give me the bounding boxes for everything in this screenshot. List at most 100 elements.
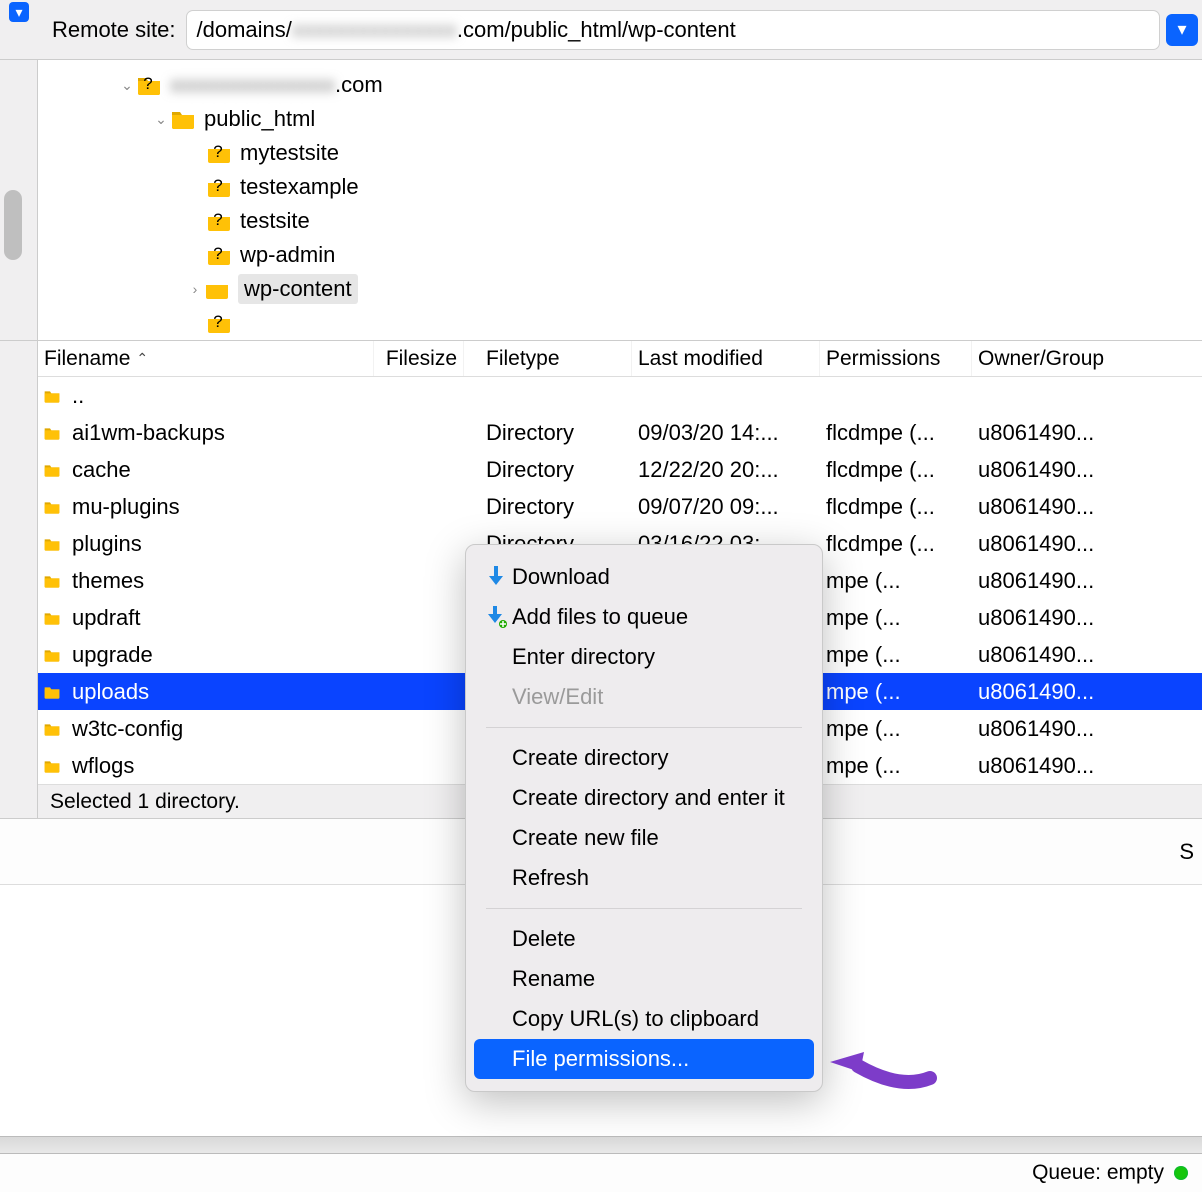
ctx-label: Create directory and enter it <box>512 785 785 811</box>
chevron-right-icon[interactable]: › <box>186 281 204 297</box>
tree-label: wp-admin <box>240 242 335 268</box>
tree-label: mytestsite <box>240 140 339 166</box>
remote-site-label: Remote site: <box>38 17 186 43</box>
folder-icon <box>38 756 66 776</box>
cell-owner: u8061490... <box>972 568 1202 594</box>
directory-tree[interactable]: ⌄ ? xxxxxxxxxxxxxxx.com ⌄ public_html ? <box>38 60 1202 340</box>
ctx-label: Create new file <box>512 825 659 851</box>
col-owner[interactable]: Owner/Group <box>972 341 1202 376</box>
col-filesize[interactable]: Filesize <box>374 341 464 376</box>
connection-led-icon <box>1174 1166 1188 1180</box>
cell-permissions: mpe (... <box>820 679 972 705</box>
status-bar: Queue: empty <box>0 1154 1202 1192</box>
cell-permissions: flcdmpe (... <box>820 420 972 446</box>
list-header[interactable]: Filename⌃ Filesize Filetype Last modifie… <box>38 341 1202 377</box>
ctx-label: View/Edit <box>512 684 603 710</box>
ctx-download[interactable]: Download <box>474 557 814 597</box>
remote-site-bar: ▾ Remote site: /domains/xxxxxxxxxxxxxxx.… <box>0 0 1202 60</box>
ctx-separator <box>486 908 802 909</box>
tree-label-root-suffix: .com <box>335 72 383 98</box>
annotation-arrow-icon <box>830 1038 940 1090</box>
tree-label: public_html <box>204 106 315 132</box>
cell-owner: u8061490... <box>972 642 1202 668</box>
folder-icon <box>38 460 66 480</box>
folder-open-icon <box>204 278 230 300</box>
ctx-label: Enter directory <box>512 644 655 670</box>
cell-filename: upgrade <box>66 642 374 668</box>
ctx-create-file[interactable]: Create new file <box>474 818 814 858</box>
file-row[interactable]: cacheDirectory12/22/20 20:...flcdmpe (..… <box>38 451 1202 488</box>
file-row[interactable]: ai1wm-backupsDirectory09/03/20 14:...flc… <box>38 414 1202 451</box>
splitter-bar[interactable] <box>0 1136 1202 1154</box>
tree-row-child[interactable]: ? testexample <box>38 170 1202 204</box>
ctx-separator <box>486 727 802 728</box>
ctx-label: Refresh <box>512 865 589 891</box>
ctx-enter-directory[interactable]: Enter directory <box>474 637 814 677</box>
path-prefix: /domains/ <box>197 17 292 43</box>
col-filename[interactable]: Filename⌃ <box>38 341 374 376</box>
tree-row-root[interactable]: ⌄ ? xxxxxxxxxxxxxxx.com <box>38 68 1202 102</box>
cell-owner: u8061490... <box>972 531 1202 557</box>
tree-row-selected[interactable]: › wp-content <box>38 272 1202 306</box>
cell-lastmod: 09/03/20 14:... <box>632 420 820 446</box>
tree-label-redacted: xxxxxxxxxxxxxxx <box>170 72 335 98</box>
tree-row-public-html[interactable]: ⌄ public_html <box>38 102 1202 136</box>
ctx-create-directory-enter[interactable]: Create directory and enter it <box>474 778 814 818</box>
cell-filename: themes <box>66 568 374 594</box>
col-filetype[interactable]: Filetype <box>480 341 632 376</box>
tree-row-child[interactable]: ? mytestsite <box>38 136 1202 170</box>
cell-owner: u8061490... <box>972 753 1202 779</box>
cell-filename: uploads <box>66 679 374 705</box>
folder-icon <box>38 682 66 702</box>
scroll-handle[interactable] <box>4 190 22 260</box>
col-lastmod[interactable]: Last modified <box>632 341 820 376</box>
folder-question-icon: ? <box>206 210 232 232</box>
folder-question-icon: ? <box>206 244 232 266</box>
path-dropdown-button[interactable]: ▾ <box>1166 14 1198 46</box>
sort-asc-icon: ⌃ <box>136 350 148 367</box>
cell-filename: ai1wm-backups <box>66 420 374 446</box>
folder-icon <box>170 108 196 130</box>
cell-filename: updraft <box>66 605 374 631</box>
tree-label: testsite <box>240 208 310 234</box>
download-queue-icon <box>482 606 510 628</box>
cell-owner: u8061490... <box>972 494 1202 520</box>
ctx-create-directory[interactable]: Create directory <box>474 738 814 778</box>
remote-path-input[interactable]: /domains/xxxxxxxxxxxxxxx.com/public_html… <box>186 10 1161 50</box>
list-gutter <box>0 341 38 818</box>
ctx-label: Add files to queue <box>512 604 688 630</box>
file-row[interactable]: mu-pluginsDirectory09/07/20 09:...flcdmp… <box>38 488 1202 525</box>
folder-icon <box>38 386 66 406</box>
ctx-copy-urls[interactable]: Copy URL(s) to clipboard <box>474 999 814 1039</box>
folder-question-icon: ? <box>206 312 232 334</box>
cell-permissions: mpe (... <box>820 642 972 668</box>
folder-question-icon: ? <box>136 74 162 96</box>
download-arrow-icon <box>482 566 510 588</box>
col-permissions[interactable]: Permissions <box>820 341 972 376</box>
history-dropdown-icon[interactable]: ▾ <box>9 2 29 22</box>
ctx-add-queue[interactable]: Add files to queue <box>474 597 814 637</box>
tree-row-child[interactable]: ? testsite <box>38 204 1202 238</box>
ctx-label: Delete <box>512 926 576 952</box>
cell-filename: mu-plugins <box>66 494 374 520</box>
cell-owner: u8061490... <box>972 679 1202 705</box>
chevron-down-icon[interactable]: ⌄ <box>118 77 136 94</box>
ctx-file-permissions[interactable]: File permissions... <box>474 1039 814 1079</box>
ctx-label: File permissions... <box>512 1046 689 1072</box>
cell-owner: u8061490... <box>972 457 1202 483</box>
tree-row-cutoff[interactable]: ? <box>38 306 1202 340</box>
cell-owner: u8061490... <box>972 716 1202 742</box>
chevron-down-icon[interactable]: ⌄ <box>152 111 170 128</box>
tree-row-child[interactable]: ? wp-admin <box>38 238 1202 272</box>
path-suffix: .com/public_html/wp-content <box>457 17 736 43</box>
ctx-label: Copy URL(s) to clipboard <box>512 1006 759 1032</box>
ctx-label: Rename <box>512 966 595 992</box>
file-row[interactable]: .. <box>38 377 1202 414</box>
folder-question-icon: ? <box>206 142 232 164</box>
folder-icon <box>38 608 66 628</box>
ctx-refresh[interactable]: Refresh <box>474 858 814 898</box>
ctx-delete[interactable]: Delete <box>474 919 814 959</box>
folder-icon <box>38 497 66 517</box>
cell-owner: u8061490... <box>972 605 1202 631</box>
ctx-rename[interactable]: Rename <box>474 959 814 999</box>
